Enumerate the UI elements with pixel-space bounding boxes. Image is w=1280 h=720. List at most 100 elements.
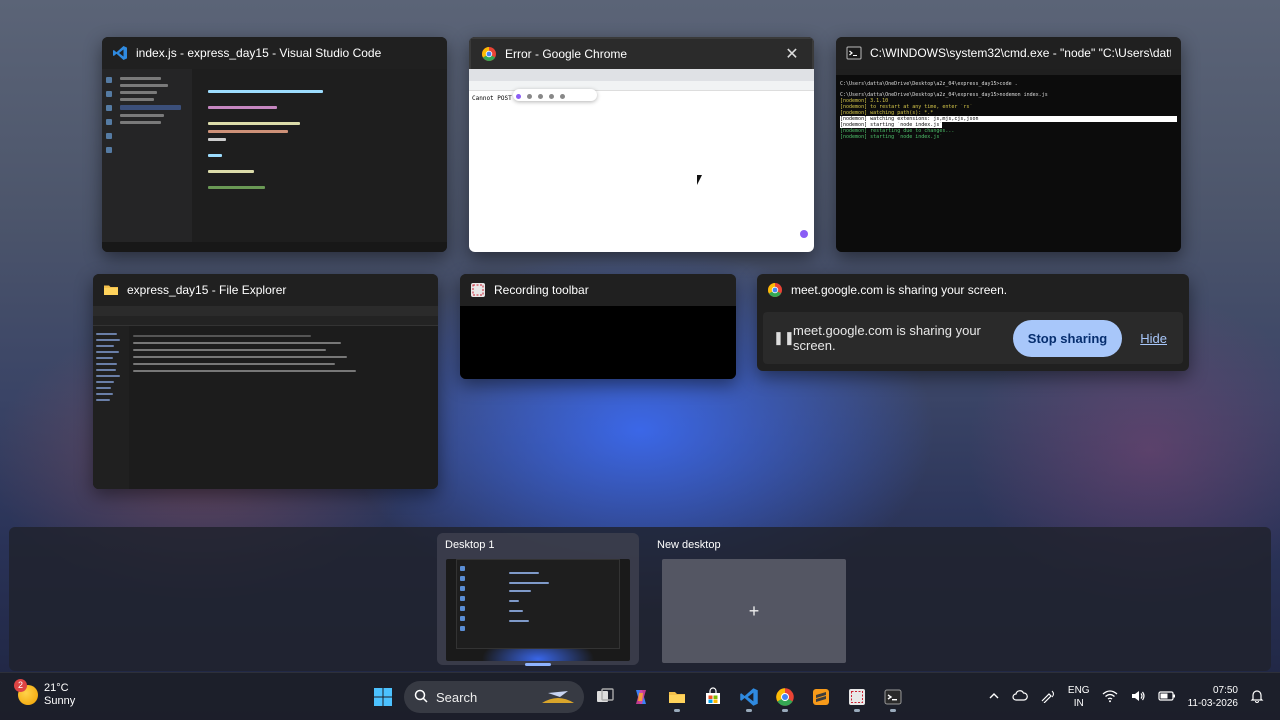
clock-time: 07:50 [1212,685,1238,696]
search-label: Search [436,689,478,705]
chrome-tab-strip [469,69,814,81]
vscode-status-bar [102,242,447,252]
pause-icon: ❚❚ [773,330,795,345]
clock-date: 11-03-2026 [1187,698,1238,709]
vscode-editor [192,69,447,242]
search-icon [414,689,428,706]
volume-icon[interactable] [1130,689,1146,706]
wifi-icon[interactable] [1102,689,1118,706]
language-indicator[interactable]: ENG IN [1068,684,1090,710]
snipping-tool-icon [849,689,865,705]
system-tray: ENG IN 07:50 11-03-2026 [988,679,1264,715]
hide-link[interactable]: Hide [1140,331,1167,346]
cmd-titlebar[interactable]: C:\WINDOWS\system32\cmd.exe - "node" "C:… [836,37,1181,69]
chevron-up-icon[interactable] [988,690,1000,705]
cmd-line: C:\Users\datta\OneDrive\Desktop\a2z_04\e… [840,81,1018,87]
explorer-title: express_day15 - File Explorer [127,283,287,297]
language-code: ENG [1067,685,1090,696]
chrome-page-text: Cannot POST [472,95,512,102]
stop-sharing-button[interactable]: Stop sharing [1012,319,1123,357]
vscode-explorer-pane [116,69,192,242]
active-desktop-indicator [525,663,551,666]
sublime-icon [813,689,829,705]
copilot-icon [636,690,646,704]
vscode-window[interactable]: index.js - express_day15 - Visual Studio… [102,37,447,252]
task-view-button[interactable] [590,682,620,712]
weather-widget[interactable]: 2 21°C Sunny [14,679,76,708]
explorer-titlebar[interactable]: express_day15 - File Explorer [93,274,438,306]
sun-icon: 2 [14,679,38,705]
search-highlight-icon [542,691,574,703]
explorer-nav-pane [93,326,129,489]
cmd-title: C:\WINDOWS\system32\cmd.exe - "node" "C:… [870,46,1171,60]
recording-title: Recording toolbar [494,283,589,297]
cmd-window[interactable]: C:\WINDOWS\system32\cmd.exe - "node" "C:… [836,37,1181,252]
vscode-icon [740,688,758,706]
start-button[interactable] [368,682,398,712]
chrome-titlebar[interactable]: Error - Google Chrome ✕ [469,37,814,69]
taskbar-apps: Search [368,679,908,715]
weather-condition: Sunny [44,695,76,707]
notification-badge: 2 [14,679,27,692]
notification-bell-icon[interactable] [1250,689,1264,706]
desktop-label: New desktop [657,539,721,551]
snipping-tool-button[interactable] [842,682,872,712]
vscode-preview [102,69,447,252]
new-desktop-tile[interactable]: New desktop + [649,533,851,663]
meet-sharing-window[interactable]: meet.google.com is sharing your screen. … [757,274,1189,371]
extension-dot-icon [800,230,808,238]
explorer-file-list [133,330,430,377]
clock[interactable]: 07:50 11-03-2026 [1188,684,1238,710]
chrome-window[interactable]: Error - Google Chrome ✕ Cannot POST [469,37,814,252]
meet-titlebar[interactable]: meet.google.com is sharing your screen. [757,274,1189,306]
folder-icon [103,282,119,298]
virtual-desktops-bar: Desktop 1 New desktop + [9,527,1271,671]
meet-title: meet.google.com is sharing your screen. [791,283,1008,297]
chrome-icon [776,688,794,706]
store-icon [706,687,720,704]
microsoft-store-button[interactable] [698,682,728,712]
vscode-activity-bar [102,69,116,252]
desktop-label: Desktop 1 [445,539,495,551]
chrome-title: Error - Google Chrome [505,47,628,61]
recording-titlebar[interactable]: Recording toolbar [460,274,736,306]
pen-network-icon[interactable] [1040,689,1056,706]
region-code: IN [1073,698,1084,709]
weather-temp: 21°C [44,682,69,694]
meet-share-bar: ❚❚ meet.google.com is sharing your scree… [763,312,1183,364]
chrome-preview: Cannot POST [469,69,814,252]
mouse-cursor-icon [697,175,702,185]
terminal-taskbar-button[interactable] [878,682,908,712]
vscode-taskbar-button[interactable] [734,682,764,712]
file-explorer-button[interactable] [662,682,692,712]
sublime-text-button[interactable] [806,682,836,712]
chrome-icon [481,46,497,62]
battery-icon[interactable] [1157,689,1176,706]
chrome-icon [767,282,783,298]
desktop-1-tile[interactable]: Desktop 1 [437,533,639,666]
meet-share-message: meet.google.com is sharing your screen. [793,323,981,353]
terminal-icon [884,689,902,705]
explorer-preview [93,306,438,489]
taskbar: 2 21°C Sunny Search ENG IN 07:50 11-03-2… [0,672,1280,720]
task-view-icon [597,688,614,702]
desktop-1-thumbnail[interactable] [446,559,630,661]
vscode-icon [112,45,128,61]
vscode-titlebar[interactable]: index.js - express_day15 - Visual Studio… [102,37,447,69]
file-explorer-window[interactable]: express_day15 - File Explorer [93,274,438,489]
taskbar-search[interactable]: Search [404,681,584,713]
folder-icon [669,692,685,703]
close-icon[interactable]: ✕ [782,44,802,64]
cmd-preview: C:\Users\datta\OneDrive\Desktop\a2z_04\e… [836,69,1181,252]
recording-preview [460,306,736,379]
vscode-title: index.js - express_day15 - Visual Studio… [136,46,382,60]
chrome-taskbar-button[interactable] [770,682,800,712]
copilot-button[interactable] [626,682,656,712]
chrome-floating-toolbar [513,89,597,101]
cmd-line: [nodemon] starting `node index.js` [840,134,943,140]
recording-toolbar-window[interactable]: Recording toolbar [460,274,736,379]
add-desktop-button[interactable]: + [662,559,846,663]
snipping-tool-icon [470,282,486,298]
cloud-sync-icon[interactable] [1012,689,1028,706]
plus-icon: + [748,600,760,621]
